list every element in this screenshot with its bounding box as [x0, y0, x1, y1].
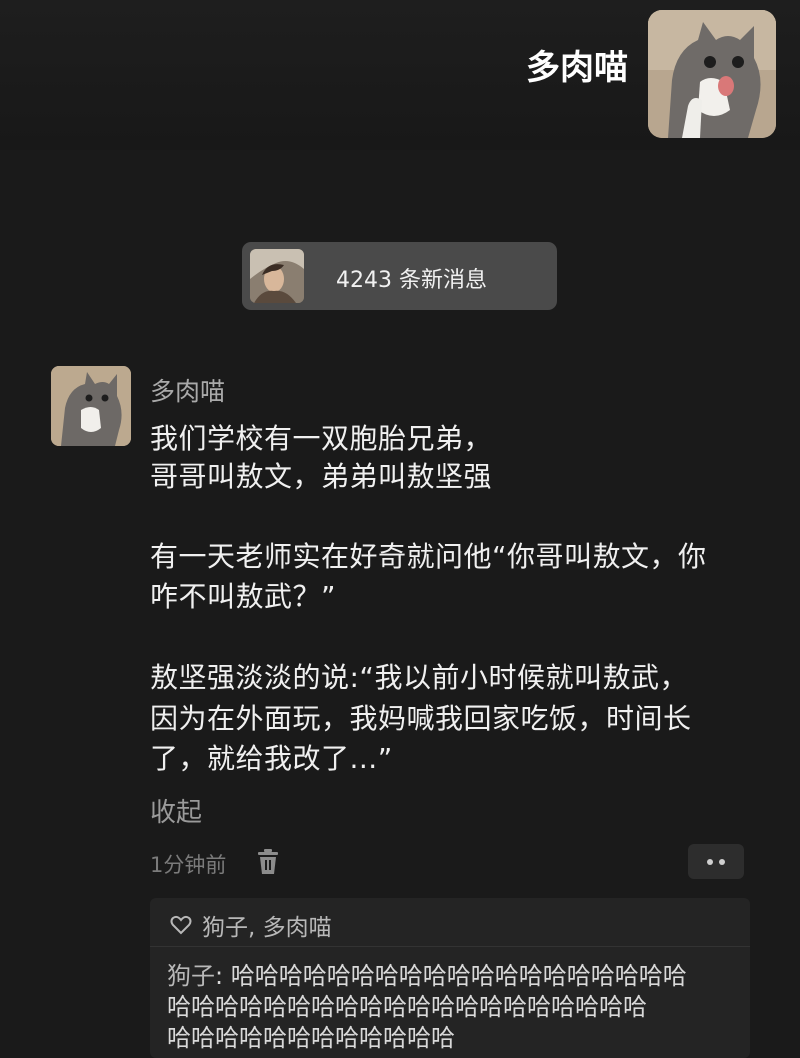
more-options-button[interactable] — [688, 844, 744, 879]
heart-outline-icon — [170, 915, 192, 935]
comment-line: 了，就给我改了...” — [150, 742, 393, 775]
comment-line: 敖坚强淡淡的说:“我以前小时候就叫敖武， — [150, 661, 688, 694]
cat-avatar-small[interactable] — [51, 366, 131, 446]
comment-line: 因为在外面玩，我妈喊我回家吃饭，时间长 — [150, 702, 692, 735]
collapse-link[interactable]: 收起 — [150, 792, 202, 829]
header-title: 多肉喵 — [526, 48, 628, 88]
person-avatar-art — [250, 249, 304, 303]
trash-icon[interactable] — [257, 849, 279, 875]
reply-line: 狗子: 哈哈哈哈哈哈哈哈哈哈哈哈哈哈哈哈哈哈哈 — [167, 956, 687, 991]
person-avatar — [250, 249, 304, 303]
reply-line: 哈哈哈哈哈哈哈哈哈哈哈哈哈哈哈哈哈哈哈哈 — [167, 993, 647, 1021]
likers-list[interactable]: 狗子, 多肉喵 — [202, 908, 332, 942]
more-icon — [719, 859, 725, 865]
comment-line: 我们学校有一双胞胎兄弟， — [150, 422, 493, 455]
timestamp: 1分钟前 — [150, 853, 227, 877]
trash-icon-art — [258, 849, 278, 874]
new-messages-label: 4243 条新消息 — [336, 268, 487, 293]
cat-avatar-large[interactable] — [648, 10, 776, 138]
comment-line: 有一天老师实在好奇就问他“你哥叫敖文，你 — [150, 540, 707, 573]
reply-text: 哈哈哈哈哈哈哈哈哈哈哈哈哈哈哈哈哈哈哈 — [230, 962, 687, 990]
likes-row: 狗子, 多肉喵 — [170, 908, 332, 942]
more-icon — [707, 859, 713, 865]
reactions-and-replies: 狗子, 多肉喵 狗子: 哈哈哈哈哈哈哈哈哈哈哈哈哈哈哈哈哈哈哈 哈哈哈哈哈哈哈哈… — [150, 898, 750, 1058]
comment-line: 哥哥叫敖文，弟弟叫敖坚强 — [150, 460, 493, 493]
reply-separator: : — [215, 962, 231, 990]
new-messages-pill[interactable]: 4243 条新消息 — [242, 242, 557, 310]
comment-line: 咋不叫敖武？” — [150, 580, 337, 613]
cat-avatar-small-art — [51, 366, 131, 446]
reply-line: 哈哈哈哈哈哈哈哈哈哈哈哈 — [167, 1024, 455, 1052]
cat-avatar-art — [648, 10, 776, 138]
divider — [150, 946, 750, 947]
reply-author[interactable]: 狗子 — [167, 962, 215, 990]
comment-author[interactable]: 多肉喵 — [150, 372, 225, 408]
